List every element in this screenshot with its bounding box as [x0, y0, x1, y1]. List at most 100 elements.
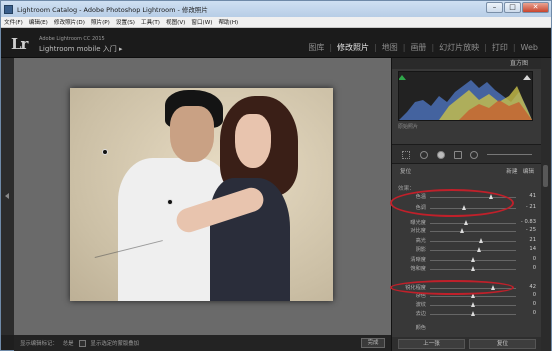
module-map[interactable]: 地图: [377, 42, 403, 53]
slider-label: 波纹: [415, 302, 426, 308]
menu-bar: 文件(F) 编辑(E) 修改照片(D) 照片(P) 设置(S) 工具(T) 视图…: [1, 17, 551, 28]
slider-knob[interactable]: [463, 220, 468, 225]
slider-knob[interactable]: [460, 228, 465, 233]
maximize-button[interactable]: □: [504, 2, 521, 13]
annotation-ellipse: [390, 189, 514, 217]
slider-value[interactable]: 14: [529, 246, 536, 252]
slider-value[interactable]: - 0.83: [521, 219, 536, 225]
slider-track[interactable]: [430, 241, 516, 242]
slider-label: 对比度: [410, 228, 426, 234]
mask-overlay-checkbox[interactable]: [78, 339, 86, 347]
slider-knob[interactable]: [470, 311, 475, 316]
module-develop[interactable]: 修改照片: [332, 42, 374, 53]
mask-header: 复位 新建 编辑: [392, 164, 542, 178]
slider-knob[interactable]: [470, 302, 475, 307]
menu-edit[interactable]: 编辑(E): [29, 18, 48, 26]
menu-help[interactable]: 帮助(H): [218, 18, 238, 26]
slider-row: 高光 21: [398, 237, 536, 245]
slider-value[interactable]: 0: [533, 292, 536, 298]
slider-label: 去边: [415, 311, 426, 317]
window-controls: – □ ✕: [486, 2, 549, 13]
red-eye-tool-icon[interactable]: [437, 151, 445, 159]
mobile-link[interactable]: Lightroom mobile 入门 ▸: [39, 44, 123, 54]
mask-new-edit: 新建 编辑: [506, 167, 534, 175]
mask-edit-label[interactable]: 编辑: [523, 169, 534, 175]
close-button[interactable]: ✕: [522, 2, 549, 13]
slider-knob[interactable]: [479, 238, 484, 243]
menu-window[interactable]: 窗口(W): [191, 18, 212, 26]
product-name: Adobe Lightroom CC 2015: [39, 36, 105, 42]
slider-value[interactable]: 21: [529, 237, 536, 243]
edit-pins-label: 显示编辑标记：: [20, 341, 58, 347]
radial-filter-tool-icon[interactable]: [470, 151, 478, 159]
slider-value[interactable]: - 21: [526, 204, 536, 210]
menu-photo[interactable]: 照片(P): [91, 18, 110, 26]
mask-reset-label[interactable]: 复位: [400, 167, 411, 175]
photo-canvas[interactable]: [14, 58, 391, 335]
window-title: Lightroom Catalog - Adobe Photoshop Ligh…: [17, 6, 208, 14]
slider-row: 清晰度 0: [398, 256, 536, 264]
app-icon: [4, 4, 13, 14]
menu-file[interactable]: 文件(F): [4, 18, 23, 26]
effect-label: 效果：: [398, 186, 415, 192]
mask-new-label[interactable]: 新建: [506, 169, 517, 175]
toolbar: 显示编辑标记： 总是 显示选定的蒙版叠加 完成: [14, 335, 391, 351]
module-slideshow[interactable]: 幻灯片放映: [434, 42, 484, 53]
adjustment-pin-icon[interactable]: [102, 149, 108, 155]
adjustment-pin-icon[interactable]: [167, 199, 173, 205]
lr-logo: Lr: [11, 35, 28, 53]
slider-value[interactable]: 0: [533, 301, 536, 307]
histogram-graph: [398, 75, 532, 120]
right-panel-scrollbar[interactable]: [541, 58, 551, 351]
slider-value[interactable]: 0: [533, 256, 536, 262]
histogram-header[interactable]: 直方图: [392, 58, 542, 69]
slider-value[interactable]: 0: [533, 310, 536, 316]
brush-tool-slider[interactable]: [487, 154, 532, 155]
slider-row: 曝光度 - 0.83: [398, 219, 536, 227]
slider-track[interactable]: [430, 231, 516, 232]
menu-settings[interactable]: 设置(S): [116, 18, 135, 26]
slider-row: 对比度 - 25: [398, 227, 536, 235]
photo-subject-man-face: [170, 106, 214, 162]
slider-row: 波纹 0: [398, 301, 536, 309]
module-print[interactable]: 打印: [487, 42, 513, 53]
slider-value[interactable]: 42: [529, 284, 536, 290]
done-button[interactable]: 完成: [361, 338, 385, 348]
slider-value[interactable]: 0: [533, 265, 536, 271]
reset-button[interactable]: 复位: [469, 339, 536, 349]
crop-tool-icon[interactable]: [402, 151, 410, 159]
slider-label: 高光: [415, 238, 426, 244]
module-web[interactable]: Web: [516, 43, 543, 52]
slider-label: 饱和度: [410, 266, 426, 272]
photo[interactable]: [70, 88, 333, 301]
spot-removal-tool-icon[interactable]: [420, 151, 428, 159]
color-label: 颜色: [415, 325, 426, 331]
slider-label: 清晰度: [410, 257, 426, 263]
slider-knob[interactable]: [470, 266, 475, 271]
edit-pins-select[interactable]: 总是: [63, 339, 74, 347]
module-header: Lr Adobe Lightroom CC 2015 Lightroom mob…: [1, 28, 551, 58]
slider-track[interactable]: [430, 223, 516, 224]
menu-develop[interactable]: 修改照片(D): [54, 18, 85, 26]
tool-strip: [392, 144, 542, 164]
module-book[interactable]: 画册: [405, 42, 431, 53]
slider-track[interactable]: [430, 250, 516, 251]
minimize-button[interactable]: –: [486, 2, 503, 13]
menu-tools[interactable]: 工具(T): [141, 18, 160, 26]
menu-view[interactable]: 视图(V): [166, 18, 185, 26]
title-bar: Lightroom Catalog - Adobe Photoshop Ligh…: [1, 1, 551, 17]
scrollbar-thumb[interactable]: [543, 165, 548, 187]
mask-overlay-label: 显示选定的蒙版叠加: [90, 341, 140, 347]
module-library[interactable]: 图库: [303, 42, 329, 53]
histogram[interactable]: [398, 71, 533, 121]
slider-knob[interactable]: [470, 257, 475, 262]
graduated-filter-tool-icon[interactable]: [454, 151, 462, 159]
slider-knob[interactable]: [476, 247, 481, 252]
previous-button[interactable]: 上一张: [398, 339, 465, 349]
expand-left-icon[interactable]: [5, 193, 9, 199]
slider-value[interactable]: - 25: [526, 227, 536, 233]
slider-row: 阴影 14: [398, 246, 536, 254]
app-window: Lightroom Catalog - Adobe Photoshop Ligh…: [0, 0, 552, 351]
left-panel-collapsed[interactable]: [1, 58, 14, 335]
slider-value[interactable]: 41: [529, 193, 536, 199]
